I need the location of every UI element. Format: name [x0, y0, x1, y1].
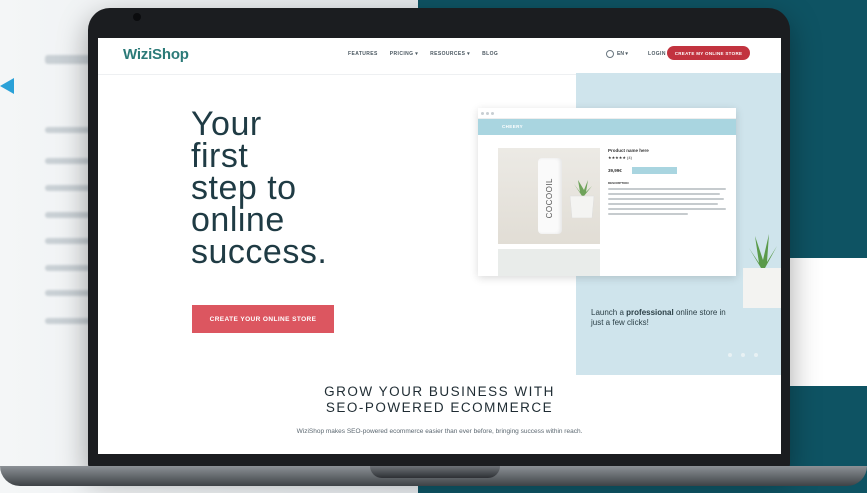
hero-title-line: Your — [191, 105, 262, 143]
language-selector[interactable]: EN ▾ — [606, 50, 628, 58]
mockup-text-line — [608, 203, 718, 205]
mockup-price: 39,99€ — [608, 168, 622, 173]
site-header: WiziShop FEATURES PRICING ▾ RESOURCES ▾ … — [98, 38, 781, 75]
nav-pricing[interactable]: PRICING ▾ — [390, 51, 418, 57]
mockup-text-line — [608, 198, 724, 200]
mockup-store-name: CHEERY — [502, 124, 523, 129]
section-heading-line: GROW YOUR BUSINESS WITH — [324, 384, 555, 399]
login-link[interactable]: LOGIN — [648, 51, 666, 57]
hero-title: Your first step to online success. — [191, 105, 371, 271]
mockup-product-info: Product name here ★★★★★ (4) 39,99€ DESCR… — [608, 148, 728, 215]
blurred-line — [45, 290, 93, 296]
blurred-line — [45, 212, 93, 218]
globe-icon — [606, 50, 614, 58]
language-label: EN ▾ — [617, 51, 628, 57]
nav-resources[interactable]: RESOURCES ▾ — [430, 51, 470, 57]
mockup-price-row: 39,99€ — [608, 167, 728, 174]
laptop-notch — [370, 466, 500, 478]
mockup-text-line — [608, 213, 688, 215]
laptop-screen: WiziShop FEATURES PRICING ▾ RESOURCES ▾ … — [98, 38, 781, 454]
mockup-stars: ★★★★★ (4) — [608, 155, 632, 160]
carousel-dot[interactable] — [728, 353, 732, 357]
hero-title-line: online — [191, 201, 285, 239]
wizishop-logo[interactable]: WiziShop — [123, 46, 189, 63]
mockup-add-to-cart — [631, 167, 677, 174]
hero-title-line: success. — [191, 233, 328, 271]
section-heading: GROW YOUR BUSINESS WITH SEO-POWERED ECOM… — [98, 384, 781, 416]
mockup-product-name: Product name here — [608, 148, 649, 153]
nav-features[interactable]: FEATURES — [348, 51, 378, 57]
launch-tagline: Launch a professional online store in ju… — [591, 308, 726, 327]
section-subtext: WiziShop makes SEO-powered ecommerce eas… — [296, 428, 583, 435]
hero-title-line: first — [191, 137, 249, 175]
blurred-line — [45, 265, 90, 271]
store-mockup: CHEERY COCOOIL Product name here ★★★★★ (… — [478, 108, 736, 276]
succulent-plant-icon — [743, 234, 781, 308]
carousel-dots — [728, 353, 758, 357]
mockup-description-label: DESCRIPTION — [608, 181, 629, 185]
product-thumbnail — [498, 249, 600, 276]
mockup-text-line — [608, 208, 726, 210]
carousel-dot[interactable] — [741, 353, 745, 357]
mockup-browser-bar — [478, 108, 736, 119]
camera-icon — [133, 13, 141, 21]
main-nav: FEATURES PRICING ▾ RESOURCES ▾ BLOG — [348, 51, 498, 57]
nav-blog[interactable]: BLOG — [482, 51, 498, 57]
create-your-online-store-button[interactable]: CREATE YOUR ONLINE STORE — [192, 305, 334, 333]
carousel-dot[interactable] — [754, 353, 758, 357]
bottle-label: COCOOIL — [545, 178, 554, 219]
mockup-text-line — [608, 193, 720, 195]
hero-title-line: step to — [191, 169, 297, 207]
plant-icon — [569, 180, 595, 218]
laptop-frame: WiziShop FEATURES PRICING ▾ RESOURCES ▾ … — [88, 8, 790, 470]
product-image: COCOOIL — [498, 148, 600, 244]
mockup-store-header: CHEERY — [478, 119, 736, 135]
blue-triangle-decoration — [0, 78, 14, 94]
section-heading-line: SEO-POWERED ECOMMERCE — [325, 400, 554, 415]
create-store-button[interactable]: CREATE MY ONLINE STORE — [667, 46, 750, 60]
mockup-text-line — [608, 188, 726, 190]
blurred-line — [45, 158, 90, 164]
background-white-block — [790, 258, 867, 386]
